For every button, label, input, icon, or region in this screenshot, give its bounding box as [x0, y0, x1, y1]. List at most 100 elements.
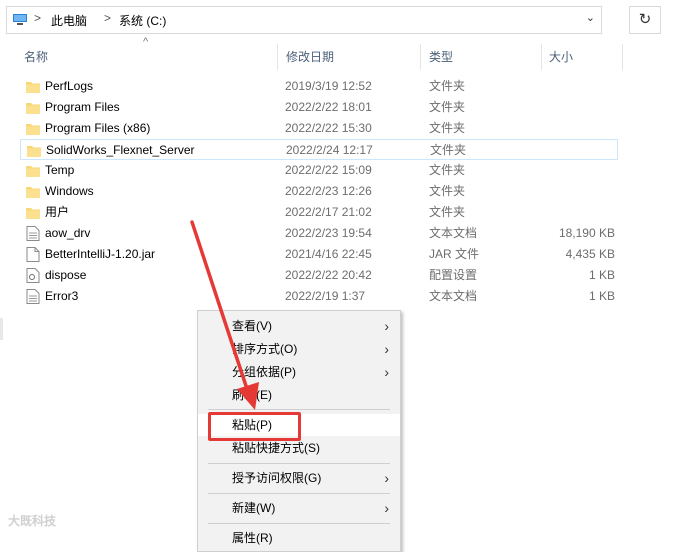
file-name: Program Files — [45, 100, 120, 114]
file-row[interactable]: 用户 2022/2/17 21:02 文件夹 — [20, 202, 618, 223]
column-header-date[interactable]: 修改日期 — [286, 44, 334, 70]
menu-item-view[interactable]: 查看(V) › — [198, 315, 400, 337]
navigation-pane-edge — [0, 318, 3, 340]
file-row[interactable]: Program Files (x86) 2022/2/22 15:30 文件夹 — [20, 118, 618, 139]
file-row[interactable]: Windows 2022/2/23 12:26 文件夹 — [20, 181, 618, 202]
file-date: 2022/2/23 19:54 — [285, 226, 372, 240]
folder-icon — [26, 187, 40, 198]
submenu-chevron-icon: › — [384, 500, 389, 516]
address-bar: > 此电脑 > 系统 (C:) ⌄ ↻ — [0, 0, 679, 38]
column-header-name[interactable]: 名称 — [24, 44, 48, 70]
menu-item-label: 授予访问权限(G) — [232, 471, 322, 485]
breadcrumb-drive-c[interactable]: 系统 (C:) — [119, 12, 166, 29]
file-type: 文本文档 — [429, 226, 478, 240]
file-name: Program Files (x86) — [45, 121, 151, 135]
file-name: PerfLogs — [45, 79, 94, 93]
refresh-icon: ↻ — [638, 11, 652, 28]
this-pc-icon — [13, 14, 27, 25]
folder-icon — [26, 166, 40, 177]
file-row[interactable]: SolidWorks_Flexnet_Server 2022/2/24 12:17… — [20, 139, 618, 160]
file-row[interactable]: BetterIntelliJ-1.20.jar 2021/4/16 22:45 JA… — [20, 244, 618, 265]
file-type: 文件夹 — [429, 184, 466, 198]
menu-separator — [208, 493, 390, 494]
file-row[interactable]: aow_drv 2022/2/23 19:54 文本文档 18,190 KB — [20, 223, 618, 244]
watermark: 大既科技 — [8, 514, 57, 528]
submenu-chevron-icon: › — [384, 470, 389, 486]
file-date: 2022/2/24 12:17 — [286, 143, 373, 157]
config-file-icon — [26, 268, 40, 283]
file-size: 1 KB — [588, 268, 615, 282]
sort-ascending-icon: ^ — [143, 36, 149, 48]
address-box[interactable]: > 此电脑 > 系统 (C:) ⌄ — [6, 6, 602, 34]
file-name: 用户 — [45, 205, 70, 219]
jar-file-icon — [26, 247, 40, 262]
menu-item-properties[interactable]: 属性(R) — [198, 527, 400, 549]
submenu-chevron-icon: › — [384, 318, 389, 334]
menu-item-label: 分组依据(P) — [232, 365, 296, 379]
file-name: BetterIntelliJ-1.20.jar — [45, 247, 156, 261]
column-divider[interactable] — [420, 44, 421, 70]
menu-item-new[interactable]: 新建(W) › — [198, 497, 400, 519]
file-date: 2022/2/22 15:30 — [285, 121, 372, 135]
file-date: 2022/2/22 15:09 — [285, 163, 372, 177]
file-row[interactable]: Program Files 2022/2/22 18:01 文件夹 — [20, 97, 618, 118]
file-type: 文件夹 — [429, 205, 466, 219]
file-row[interactable]: Error3 2022/2/19 1:37 文本文档 1 KB — [20, 286, 618, 307]
menu-item-label: 新建(W) — [232, 501, 276, 515]
column-divider[interactable] — [277, 44, 278, 70]
file-date: 2022/2/22 20:42 — [285, 268, 372, 282]
column-header-type[interactable]: 类型 — [429, 44, 453, 70]
file-size: 4,435 KB — [565, 247, 615, 261]
menu-item-give-access[interactable]: 授予访问权限(G) › — [198, 467, 400, 489]
file-name: SolidWorks_Flexnet_Server — [46, 143, 195, 157]
folder-icon — [26, 124, 40, 135]
column-header-size[interactable]: 大小 — [549, 44, 573, 70]
folder-icon — [26, 103, 40, 114]
file-name: aow_drv — [45, 226, 91, 240]
file-type: 文本文档 — [429, 289, 478, 303]
file-size: 18,190 KB — [558, 226, 615, 240]
folder-icon — [27, 146, 41, 157]
file-type: 文件夹 — [430, 143, 467, 157]
breadcrumb-separator: > — [104, 11, 112, 25]
submenu-chevron-icon: › — [384, 341, 389, 357]
file-type: 文件夹 — [429, 121, 466, 135]
file-date: 2022/2/19 1:37 — [285, 289, 366, 303]
file-name: Temp — [45, 163, 75, 177]
menu-item-label: 查看(V) — [232, 319, 272, 333]
file-row[interactable]: PerfLogs 2019/3/19 12:52 文件夹 — [20, 76, 618, 97]
menu-separator — [208, 463, 390, 464]
folder-icon — [26, 82, 40, 93]
menu-item-label: 属性(R) — [232, 531, 273, 545]
address-dropdown-icon[interactable]: ⌄ — [586, 11, 595, 24]
menu-item-label: 刷新(E) — [232, 388, 272, 402]
breadcrumb-this-pc[interactable]: 此电脑 — [51, 12, 87, 29]
folder-icon — [26, 208, 40, 219]
menu-item-label: 排序方式(O) — [232, 342, 298, 356]
refresh-button[interactable]: ↻ — [629, 6, 661, 34]
file-row[interactable]: Temp 2022/2/22 15:09 文件夹 — [20, 160, 618, 181]
menu-item-sort-by[interactable]: 排序方式(O) › — [198, 338, 400, 360]
column-divider[interactable] — [622, 44, 623, 70]
submenu-chevron-icon: › — [384, 364, 389, 380]
menu-item-group-by[interactable]: 分组依据(P) › — [198, 361, 400, 383]
file-size: 1 KB — [588, 289, 615, 303]
text-file-icon — [26, 289, 40, 304]
file-date: 2021/4/16 22:45 — [285, 247, 372, 261]
menu-item-refresh[interactable]: 刷新(E) — [198, 384, 400, 406]
file-type: 文件夹 — [429, 163, 466, 177]
file-type: 文件夹 — [429, 79, 466, 93]
menu-separator — [208, 523, 390, 524]
file-row[interactable]: dispose 2022/2/22 20:42 配置设置 1 KB — [20, 265, 618, 286]
file-date: 2022/2/23 12:26 — [285, 184, 372, 198]
menu-separator — [208, 409, 390, 410]
file-type: 配置设置 — [429, 268, 478, 282]
file-date: 2019/3/19 12:52 — [285, 79, 372, 93]
paste-highlight-box — [208, 412, 301, 441]
column-divider[interactable] — [541, 44, 542, 70]
file-type: 文件夹 — [429, 100, 466, 114]
file-name: Error3 — [45, 289, 79, 303]
text-file-icon — [26, 226, 40, 241]
breadcrumb-separator: > — [34, 11, 42, 25]
file-name: dispose — [45, 268, 87, 282]
